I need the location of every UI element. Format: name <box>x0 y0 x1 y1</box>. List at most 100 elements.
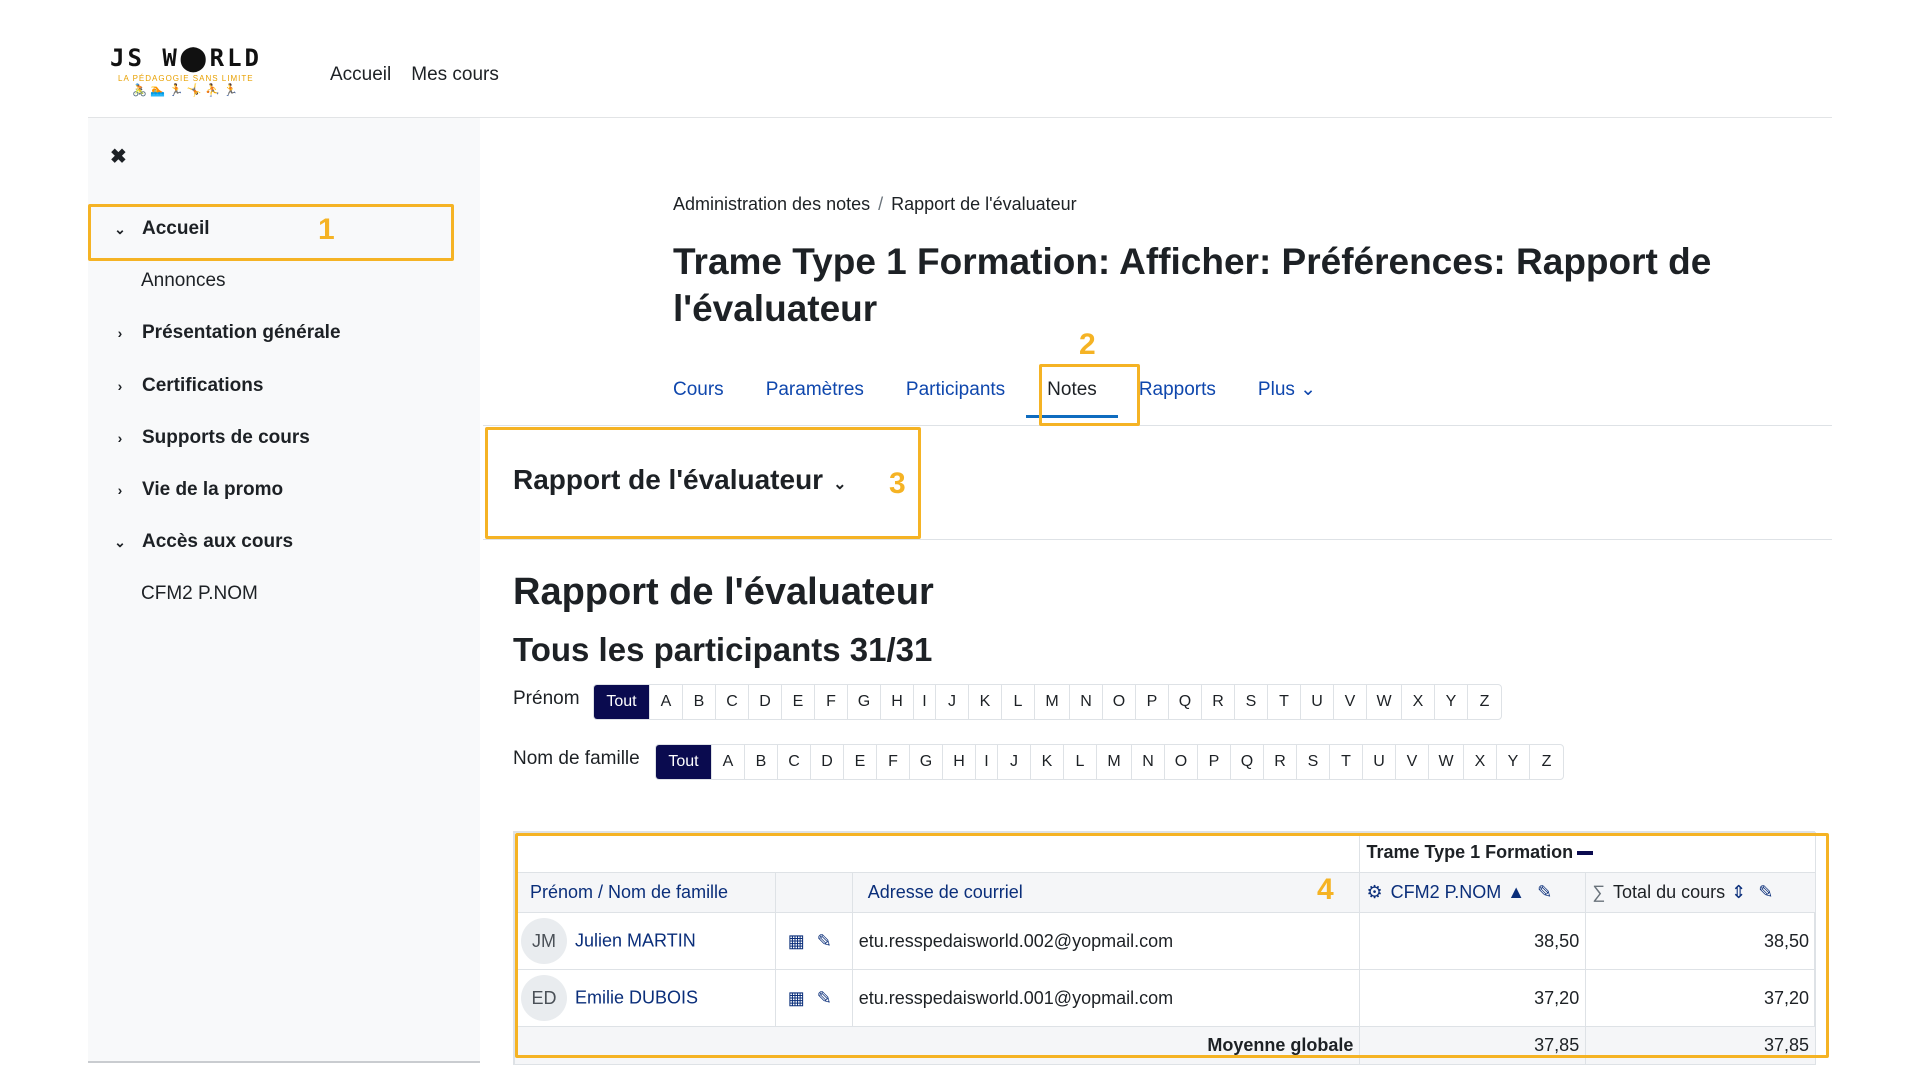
drawer-item-label: Présentation générale <box>142 322 341 343</box>
report-heading: Rapport de l'évaluateur <box>513 571 934 613</box>
initial-letter-button[interactable]: H <box>881 685 914 719</box>
initial-letter-button[interactable]: X <box>1464 745 1497 779</box>
initial-all-button[interactable]: Tout <box>594 685 650 719</box>
initial-letter-button[interactable]: V <box>1396 745 1429 779</box>
initial-letter-button[interactable]: D <box>749 685 782 719</box>
chevron-right-icon: › <box>117 325 123 341</box>
secondary-navigation: Cours Paramètres Participants Notes Rapp… <box>673 370 1337 418</box>
initial-letter-button[interactable]: U <box>1301 685 1334 719</box>
initial-letter-button[interactable]: G <box>910 745 943 779</box>
initial-letter-button[interactable]: P <box>1136 685 1169 719</box>
initial-letter-button[interactable]: E <box>782 685 815 719</box>
initial-letter-button[interactable]: I <box>976 745 998 779</box>
initial-letter-button[interactable]: H <box>943 745 976 779</box>
initial-letter-button[interactable]: Y <box>1435 685 1468 719</box>
chevron-right-icon: › <box>117 482 123 498</box>
drawer-item-cfm2-pnom[interactable]: CFM2 P.NOM <box>141 583 258 605</box>
initial-letter-button[interactable]: R <box>1202 685 1235 719</box>
breadcrumb-separator: / <box>878 194 884 214</box>
initial-letter-button[interactable]: V <box>1334 685 1367 719</box>
breadcrumb-item-grader-report[interactable]: Rapport de l'évaluateur <box>891 194 1077 214</box>
drawer-item-annonces[interactable]: Annonces <box>141 270 226 292</box>
initial-letter-button[interactable]: J <box>936 685 969 719</box>
chevron-right-icon: › <box>117 378 123 394</box>
initial-letter-button[interactable]: C <box>778 745 811 779</box>
breadcrumb: Administration des notes / Rapport de l'év… <box>673 194 1077 215</box>
initial-letter-button[interactable]: S <box>1235 685 1268 719</box>
initial-letter-button[interactable]: F <box>815 685 848 719</box>
initial-letter-button[interactable]: Y <box>1497 745 1530 779</box>
highlight-number-2: 2 <box>1079 328 1096 361</box>
initial-letter-button[interactable]: M <box>1097 745 1132 779</box>
initial-letter-button[interactable]: S <box>1297 745 1330 779</box>
initial-letter-button[interactable]: M <box>1035 685 1070 719</box>
initial-letter-button[interactable]: R <box>1264 745 1297 779</box>
page: JS W⬤RLD LA PÉDAGOGIE SANS LIMITE 🚴 🏊 🏃 … <box>0 0 1920 1080</box>
initial-letter-button[interactable]: T <box>1268 685 1301 719</box>
initial-letter-button[interactable]: L <box>1064 745 1097 779</box>
initial-letter-button[interactable]: U <box>1363 745 1396 779</box>
tab-cours[interactable]: Cours <box>673 370 745 418</box>
tab-parametres[interactable]: Paramètres <box>745 370 885 418</box>
close-drawer-icon[interactable]: ✖ <box>110 144 127 169</box>
initial-letter-button[interactable]: G <box>848 685 881 719</box>
initial-letter-button[interactable]: B <box>683 685 716 719</box>
highlight-box-4 <box>515 833 1829 1058</box>
drawer-item-supports-de-cours[interactable]: › Supports de cours <box>110 427 310 449</box>
initial-letter-button[interactable]: O <box>1165 745 1198 779</box>
firstname-filter-label: Prénom <box>513 688 580 709</box>
drawer-item-vie-de-la-promo[interactable]: › Vie de la promo <box>110 479 283 501</box>
initial-letter-button[interactable]: Q <box>1169 685 1202 719</box>
nav-link-mes-cours[interactable]: Mes cours <box>411 64 499 86</box>
initial-letter-button[interactable]: Z <box>1530 745 1563 779</box>
initial-letter-button[interactable]: K <box>969 685 1002 719</box>
initial-letter-button[interactable]: W <box>1367 685 1402 719</box>
breadcrumb-item-grade-admin[interactable]: Administration des notes <box>673 194 870 214</box>
initial-letter-button[interactable]: I <box>914 685 936 719</box>
initial-letter-button[interactable]: T <box>1330 745 1363 779</box>
initial-letter-button[interactable]: W <box>1429 745 1464 779</box>
initial-letter-button[interactable]: F <box>877 745 910 779</box>
participants-count-heading: Tous les participants 31/31 <box>513 631 933 668</box>
tab-participants[interactable]: Participants <box>885 370 1026 418</box>
drawer-item-presentation-generale[interactable]: › Présentation générale <box>110 322 341 344</box>
initial-letter-button[interactable]: L <box>1002 685 1035 719</box>
initial-letter-button[interactable]: J <box>998 745 1031 779</box>
drawer-item-acces-aux-cours[interactable]: ⌄ Accès aux cours <box>110 531 293 553</box>
site-logo[interactable]: JS W⬤RLD LA PÉDAGOGIE SANS LIMITE 🚴 🏊 🏃 … <box>110 44 280 110</box>
initial-letter-button[interactable]: N <box>1132 745 1165 779</box>
page-title: Trame Type 1 Formation: Afficher: Préfér… <box>673 241 1712 329</box>
logo-figures: 🚴 🏊 🏃 🤸 ⛹ 🏃 <box>132 83 239 97</box>
initial-letter-button[interactable]: Q <box>1231 745 1264 779</box>
drawer-item-certifications[interactable]: › Certifications <box>110 375 264 397</box>
initial-letter-button[interactable]: C <box>716 685 749 719</box>
initial-letter-button[interactable]: E <box>844 745 877 779</box>
nav-link-accueil[interactable]: Accueil <box>330 64 391 86</box>
tab-plus[interactable]: Plus ⌄ <box>1237 370 1337 418</box>
initial-letter-button[interactable]: N <box>1070 685 1103 719</box>
initial-letter-button[interactable]: A <box>712 745 745 779</box>
logo-subtitle: LA PÉDAGOGIE SANS LIMITE <box>118 74 254 83</box>
drawer-item-label: Certifications <box>142 375 264 396</box>
selector-divider <box>483 539 1832 540</box>
highlight-box-2 <box>1039 364 1140 426</box>
drawer-item-label: Annonces <box>141 270 226 291</box>
highlight-number-1: 1 <box>318 213 335 246</box>
initial-all-button[interactable]: Tout <box>656 745 712 779</box>
highlight-number-4: 4 <box>1317 873 1334 906</box>
initial-letter-button[interactable]: X <box>1402 685 1435 719</box>
highlight-number-3: 3 <box>889 467 906 500</box>
initial-letter-button[interactable]: K <box>1031 745 1064 779</box>
drawer-item-label: Accès aux cours <box>142 531 294 552</box>
initial-letter-button[interactable]: Z <box>1468 685 1501 719</box>
chevron-right-icon: › <box>117 430 123 446</box>
logo-title: JS W⬤RLD <box>110 44 263 72</box>
drawer-item-label: CFM2 P.NOM <box>141 583 258 604</box>
initial-letter-button[interactable]: B <box>745 745 778 779</box>
chevron-down-icon: ⌄ <box>114 533 126 550</box>
initial-letter-button[interactable]: D <box>811 745 844 779</box>
initial-letter-button[interactable]: P <box>1198 745 1231 779</box>
initial-letter-button[interactable]: A <box>650 685 683 719</box>
lastname-initial-bar: Tout ABCDEFGHIJKLMNOPQRSTUVWXYZ <box>655 744 1564 780</box>
initial-letter-button[interactable]: O <box>1103 685 1136 719</box>
